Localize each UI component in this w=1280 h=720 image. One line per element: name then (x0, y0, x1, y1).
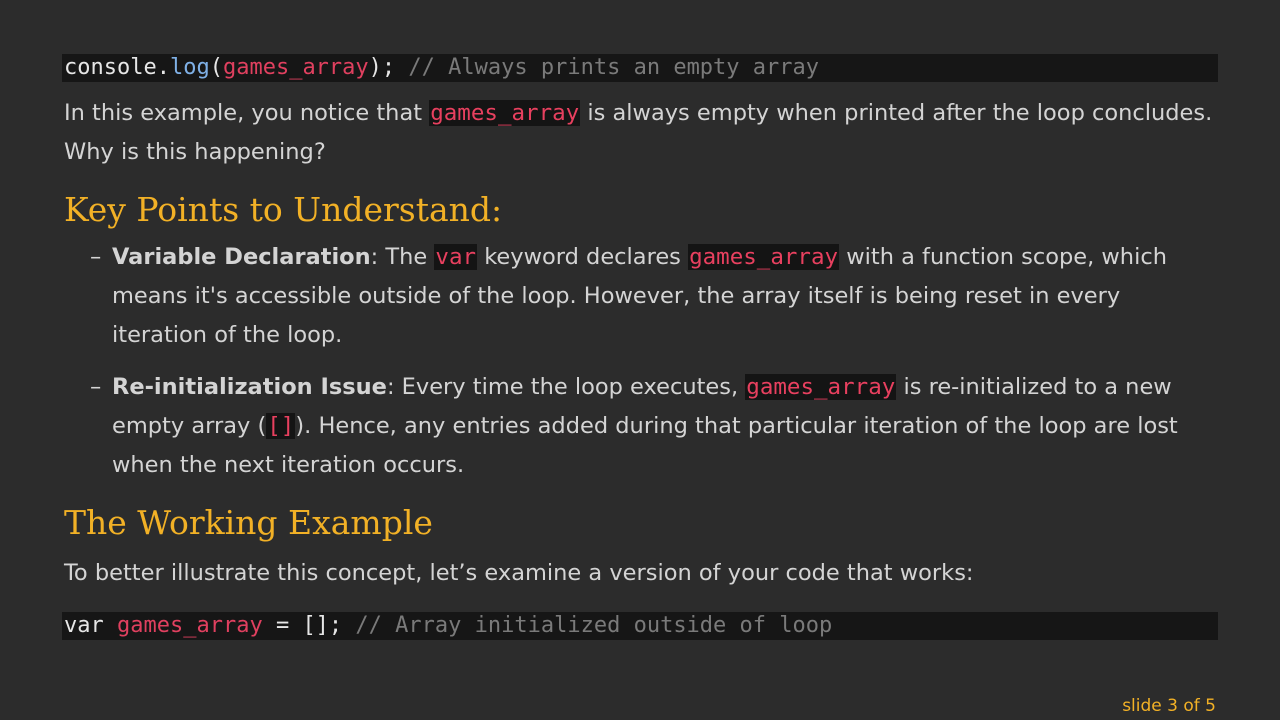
intro-paragraph: In this example, you notice that games_a… (64, 94, 1224, 172)
bullet-title: Re-initialization Issue (112, 374, 387, 400)
bullet-text: keyword declares (477, 244, 689, 270)
inline-code: [] (266, 413, 296, 439)
code-comment: // Always prints an empty array (395, 55, 820, 80)
code-token: = []; (262, 613, 343, 638)
code-block-var-declaration: var games_array = []; // Array initializ… (62, 612, 1218, 640)
inline-code: games_array (745, 374, 897, 400)
bullet-text: : The (370, 244, 435, 270)
code-token: games_array (222, 55, 369, 80)
slide-counter: slide 3 of 5 (1122, 696, 1216, 716)
slide: console.log(games_array); // Always prin… (0, 0, 1280, 720)
bullet-variable-declaration: – Variable Declaration: The var keyword d… (90, 238, 1222, 355)
code-block-console-log: console.log(games_array); // Always prin… (62, 54, 1218, 82)
heading-key-points: Key Points to Understand: (64, 190, 503, 229)
code-token: games_array (117, 613, 263, 638)
heading-working-example: The Working Example (64, 503, 433, 542)
bullet-title: Variable Declaration (112, 244, 371, 270)
intro-text: In this example, you notice that (64, 100, 430, 126)
code-token: console (64, 55, 157, 80)
bullet-reinitialization-issue: – Re-initialization Issue: Every time the… (90, 368, 1222, 485)
code-token: var (64, 613, 104, 638)
code-token: . (156, 55, 170, 80)
bullet-dash: – (90, 374, 102, 400)
bullet-text: : Every time the loop executes, (386, 374, 746, 400)
code-token: ( (209, 55, 223, 80)
code-token: log (169, 55, 210, 80)
inline-code: games_array (688, 244, 840, 270)
code-comment: // Array initialized outside of loop (342, 613, 833, 638)
bullet-dash: – (90, 244, 102, 270)
inline-code: games_array (429, 100, 581, 126)
working-intro-paragraph: To better illustrate this concept, let’s… (64, 560, 974, 586)
code-token: ); (368, 55, 396, 80)
inline-code: var (434, 244, 478, 270)
